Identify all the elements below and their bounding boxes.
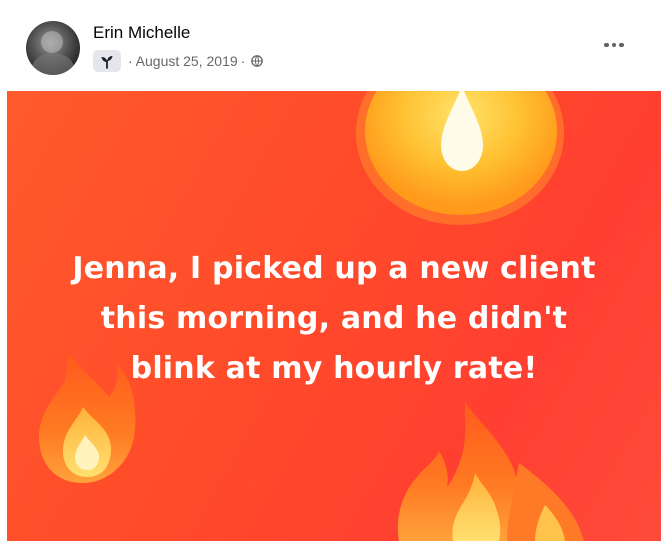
post-meta: · August 25, 2019 · — [93, 50, 264, 72]
post-card: Erin Michelle · August 25, 2019 · Jenna,… — [0, 0, 667, 548]
right-fire-icon — [397, 401, 584, 541]
author-name[interactable]: Erin Michelle — [93, 23, 190, 43]
meta-separator: · — [240, 53, 246, 69]
globe-icon[interactable] — [251, 55, 264, 67]
meta-separator: · — [128, 53, 133, 69]
sprout-icon[interactable] — [93, 50, 121, 72]
post-message-line: blink at my hourly rate! — [130, 351, 538, 386]
post-background-image[interactable]: Jenna, I picked up a new client this mor… — [7, 91, 661, 541]
post-date[interactable]: August 25, 2019 — [136, 53, 238, 69]
post-message: Jenna, I picked up a new client this mor… — [37, 244, 631, 394]
avatar[interactable] — [26, 21, 80, 75]
top-fire-icon — [356, 91, 564, 225]
more-options-icon[interactable] — [597, 30, 631, 60]
post-header: Erin Michelle · August 25, 2019 · — [0, 0, 667, 90]
post-message-line: Jenna, I picked up a new client — [72, 251, 596, 286]
post-message-line: this morning, and he didn't — [100, 301, 568, 336]
